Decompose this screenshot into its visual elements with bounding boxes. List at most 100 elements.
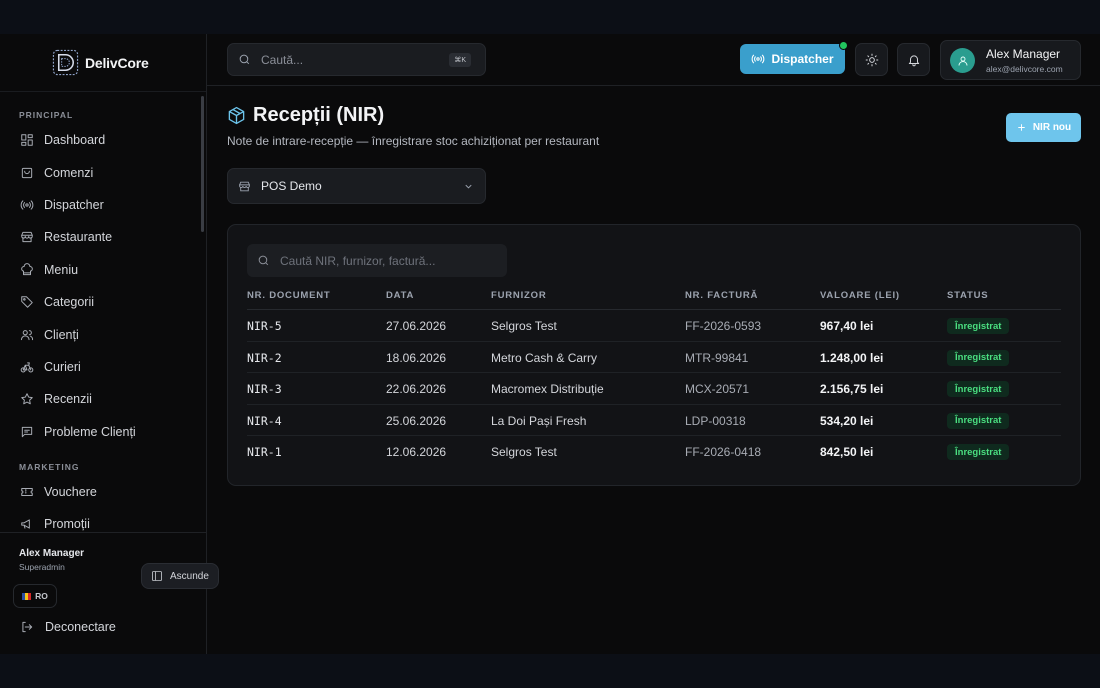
status-badge: Înregistrat	[947, 349, 1010, 366]
column-header-value[interactable]: VALOARE (LEI)	[820, 290, 900, 301]
sidebar-item-label: Comenzi	[44, 165, 94, 180]
table-row[interactable]: NIR-2 18.06.2026 Metro Cash & Carry MTR-…	[247, 342, 1061, 374]
column-header-supplier[interactable]: FURNIZOR	[491, 290, 546, 301]
bag-icon	[21, 167, 33, 178]
cell-supplier: La Doi Pași Fresh	[491, 413, 587, 428]
topbar: Caută... ⌘K Dispatcher Alex Manager alex…	[207, 34, 1100, 86]
page-header: Recepții (NIR)	[227, 104, 384, 127]
store-icon	[239, 181, 250, 191]
sidebar-item-label: Probleme Clienți	[44, 424, 136, 439]
sidebar-user-role: Superadmin	[19, 562, 65, 572]
global-search-placeholder: Caută...	[261, 52, 304, 67]
cell-invoice: FF-2026-0418	[685, 445, 762, 460]
logout-button[interactable]: Deconectare	[20, 620, 116, 634]
sidebar-item-label: Clienți	[44, 327, 79, 342]
user-email: alex@delivcore.com	[986, 64, 1063, 74]
hide-sidebar-label: Ascunde	[170, 570, 209, 582]
section-label-marketing: MARKETING	[19, 461, 80, 472]
sidebar-item-clienti[interactable]: Clienți	[0, 318, 206, 350]
cell-supplier: Selgros Test	[491, 319, 557, 333]
sidebar-item-meniu[interactable]: Meniu	[0, 254, 206, 286]
sidebar-item-vouchere[interactable]: Vouchere	[0, 476, 206, 508]
column-header-doc[interactable]: NR. DOCUMENT	[247, 290, 331, 301]
user-icon	[958, 56, 967, 66]
user-menu[interactable]: Alex Manager alex@delivcore.com	[940, 40, 1081, 80]
top-strip	[0, 0, 1100, 34]
add-nir-button[interactable]: NIR nou	[1006, 113, 1081, 142]
ticket-icon	[21, 488, 33, 497]
sidebar-item-dashboard[interactable]: Dashboard	[0, 124, 206, 156]
cell-date: 27.06.2026	[386, 319, 447, 333]
sidebar-item-label: Promoții	[44, 517, 90, 532]
sidebar-scrollbar[interactable]	[201, 96, 204, 232]
theme-toggle-button[interactable]	[855, 43, 888, 76]
table-search-input[interactable]: Caută NIR, furnizor, factură...	[247, 244, 507, 277]
dispatcher-button[interactable]: Dispatcher	[740, 44, 845, 74]
table-search-placeholder: Caută NIR, furnizor, factură...	[280, 253, 436, 268]
search-icon	[239, 54, 250, 65]
sidebar-item-categorii[interactable]: Categorii	[0, 286, 206, 318]
page-title: Recepții (NIR)	[253, 104, 385, 126]
cell-date: 25.06.2026	[386, 413, 447, 428]
sun-icon	[865, 53, 878, 66]
table-header: NR. DOCUMENT DATA FURNIZOR NR. FACTURĂ V…	[247, 286, 1061, 310]
cell-value: 842,50 lei	[820, 445, 874, 460]
sidebar-item-comenzi[interactable]: Comenzi	[0, 156, 206, 188]
column-header-invoice[interactable]: NR. FACTURĂ	[685, 290, 758, 301]
message-icon	[21, 426, 33, 437]
cell-date: 18.06.2026	[386, 350, 447, 365]
page-subtitle: Note de intrare-recepție — înregistrare …	[227, 134, 600, 148]
column-header-status[interactable]: STATUS	[947, 290, 988, 301]
restaurant-select[interactable]: POS Demo	[227, 168, 486, 204]
status-badge: Înregistrat	[947, 318, 1010, 334]
sidebar-user-name: Alex Manager	[19, 548, 85, 559]
column-header-date[interactable]: DATA	[386, 290, 414, 301]
status-badge: Înregistrat	[947, 381, 1010, 398]
sidebar-item-promotii[interactable]: Promoții	[0, 508, 206, 532]
user-name: Alex Manager	[986, 47, 1061, 61]
sidebar-item-label: Restaurante	[44, 230, 113, 245]
sidebar-item-recenzii[interactable]: Recenzii	[0, 383, 206, 415]
sidebar-item-probleme-clienti[interactable]: Probleme Clienți	[0, 416, 206, 448]
brand[interactable]: DelivCore	[0, 34, 206, 92]
table-row[interactable]: NIR-5 27.06.2026 Selgros Test FF-2026-05…	[247, 310, 1061, 342]
cell-invoice: FF-2026-0593	[685, 319, 762, 333]
cell-value: 2.156,75 lei	[820, 382, 884, 397]
radio-icon	[20, 200, 34, 210]
sidebar: DelivCore PRINCIPAL Dashboard Comenzi Di…	[0, 34, 219, 654]
cell-value: 534,20 lei	[820, 413, 874, 428]
chevron-down-icon	[465, 184, 472, 189]
section-label-principal: PRINCIPAL	[19, 110, 74, 120]
search-icon	[258, 255, 269, 266]
package-icon	[228, 106, 245, 125]
language-button[interactable]: RO	[13, 584, 57, 608]
users-icon	[20, 329, 34, 340]
sidebar-item-restaurante[interactable]: Restaurante	[0, 221, 206, 253]
sidebar-nav[interactable]: PRINCIPAL Dashboard Comenzi Dispatcher R…	[0, 92, 206, 532]
global-search-input[interactable]: Caută... ⌘K	[227, 43, 486, 76]
table-row[interactable]: NIR-4 25.06.2026 La Doi Pași Fresh LDP-0…	[247, 405, 1061, 437]
table-row[interactable]: NIR-3 22.06.2026 Macromex Distribuție MC…	[247, 373, 1061, 405]
radio-icon	[752, 54, 765, 64]
table-row[interactable]: NIR-1 12.06.2026 Selgros Test FF-2026-04…	[247, 436, 1061, 468]
sidebar-item-dispatcher[interactable]: Dispatcher	[0, 189, 206, 221]
live-status-dot	[839, 41, 848, 50]
cell-supplier: Metro Cash & Carry	[491, 350, 598, 365]
cell-invoice: MCX-20571	[685, 382, 750, 397]
cell-doc: NIR-5	[247, 319, 282, 333]
brand-name: DelivCore	[85, 54, 149, 71]
restaurant-select-value: POS Demo	[261, 179, 322, 193]
sidebar-item-label: Categorii	[44, 295, 95, 310]
chef-hat-icon	[21, 262, 33, 275]
add-nir-label: NIR nou	[1032, 122, 1072, 133]
tag-icon	[21, 296, 33, 308]
nir-table-card: Caută NIR, furnizor, factură... NR. DOCU…	[227, 224, 1081, 486]
sidebar-item-label: Vouchere	[44, 485, 97, 500]
sidebar-item-label: Dashboard	[44, 133, 106, 148]
main-content: Caută... ⌘K Dispatcher Alex Manager alex…	[207, 34, 1100, 654]
sidebar-item-curieri[interactable]: Curieri	[0, 351, 206, 383]
bottom-strip	[0, 654, 1100, 688]
cell-supplier: Macromex Distribuție	[491, 382, 604, 397]
notifications-button[interactable]	[897, 43, 930, 76]
dispatcher-label: Dispatcher	[771, 52, 834, 66]
